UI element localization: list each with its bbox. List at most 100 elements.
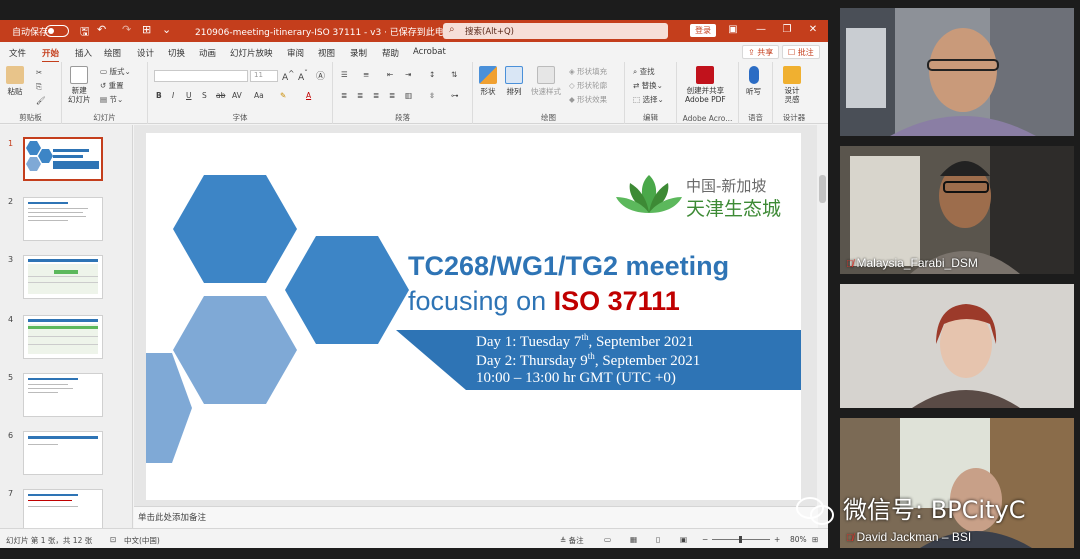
font-size-box[interactable]: 11	[250, 70, 278, 82]
new-slide-button[interactable]: 新建 幻灯片	[68, 66, 91, 104]
tab-home[interactable]: 开始	[42, 47, 60, 63]
paste-button[interactable]: 粘贴	[6, 66, 24, 97]
slide-thumbnail[interactable]	[23, 431, 103, 475]
char-spacing-icon[interactable]: AV	[232, 91, 242, 100]
font-shrink-icon[interactable]: Aˇ	[298, 69, 308, 83]
save-icon[interactable]: 🖫	[80, 23, 89, 42]
video-tile[interactable]	[840, 284, 1074, 408]
shape-outline-button[interactable]: ◇ 形状轮廓	[569, 80, 607, 91]
tab-slideshow[interactable]: 幻灯片放映	[230, 47, 273, 59]
slide-thumbnail[interactable]	[23, 373, 103, 417]
strikethrough-icon[interactable]: ab	[216, 91, 225, 100]
tab-animations[interactable]: 动画	[199, 47, 216, 59]
document-title[interactable]: 210906-meeting-itinerary-ISO 37111 - v3 …	[195, 25, 453, 38]
shapes-button[interactable]: 形状	[479, 66, 497, 97]
search-box[interactable]: ⌕ 搜索(Alt+Q)	[443, 23, 668, 39]
tab-review[interactable]: 审阅	[287, 47, 304, 59]
line-spacing-icon[interactable]: ↕	[429, 70, 435, 79]
tab-help[interactable]: 帮助	[382, 47, 399, 59]
scroll-thumb[interactable]	[819, 175, 826, 203]
reading-view-icon[interactable]: ▯	[656, 535, 660, 544]
italic-icon[interactable]: I	[172, 91, 174, 100]
columns-icon[interactable]: ▥	[405, 91, 412, 100]
slide-thumbnail[interactable]	[23, 197, 103, 241]
increase-indent-icon[interactable]: ⇥	[405, 70, 411, 79]
accessibility-icon[interactable]: ⊡	[110, 535, 116, 544]
font-grow-icon[interactable]: A^	[282, 69, 294, 83]
font-name-box[interactable]	[154, 70, 248, 82]
align-left-icon[interactable]: ≣	[341, 91, 347, 100]
section-button[interactable]: ▤ 节⌄	[100, 94, 123, 105]
customize-icon[interactable]: ⌄	[162, 23, 171, 36]
smartart-icon[interactable]: ⊶	[451, 91, 459, 100]
slide-thumbnail[interactable]	[23, 255, 103, 299]
autosave-toggle[interactable]	[45, 25, 69, 37]
fit-slide-icon[interactable]: ⊞	[812, 535, 818, 544]
underline-icon[interactable]: U	[186, 91, 192, 100]
justify-icon[interactable]: ≣	[389, 91, 395, 100]
zoom-out-icon[interactable]: −	[702, 535, 708, 544]
video-tile[interactable]: 🎙̸ Malaysia_Farabi_DSM	[840, 146, 1074, 274]
find-button[interactable]: ⌕ 查找	[633, 66, 655, 77]
tab-file[interactable]: 文件	[9, 47, 26, 59]
undo-icon[interactable]: ↶	[97, 23, 106, 36]
numbering-icon[interactable]: ≡	[363, 70, 369, 79]
font-color-icon[interactable]: A	[306, 91, 311, 100]
decrease-indent-icon[interactable]: ⇤	[387, 70, 393, 79]
highlight-icon[interactable]: ✎	[280, 91, 286, 100]
minimize-button[interactable]: —	[752, 24, 770, 35]
language-status[interactable]: 中文(中国)	[124, 535, 160, 546]
layout-button[interactable]: ▭ 版式⌄	[100, 66, 131, 77]
align-text-icon[interactable]: ⇳	[429, 91, 435, 100]
shadow-icon[interactable]: S	[202, 91, 207, 100]
video-tile[interactable]: 🎙̸ David Jackman – BSI	[840, 418, 1074, 548]
zoom-slider-thumb[interactable]	[739, 536, 742, 543]
create-pdf-button[interactable]: 创建并共享 Adobe PDF	[685, 66, 726, 104]
video-tile[interactable]	[840, 8, 1074, 136]
slideshow-icon[interactable]: ▣	[680, 535, 687, 544]
bullets-icon[interactable]: ☰	[341, 70, 348, 79]
shape-fill-button[interactable]: ◈ 形状填充	[569, 66, 607, 77]
vertical-scrollbar[interactable]	[817, 125, 828, 528]
quick-styles-button[interactable]: 快速样式	[531, 66, 561, 97]
sign-in-button[interactable]: 登录	[690, 24, 716, 37]
align-right-icon[interactable]: ≣	[373, 91, 379, 100]
design-ideas-button[interactable]: 设计 灵感	[783, 66, 801, 104]
zoom-in-icon[interactable]: +	[774, 535, 780, 544]
arrange-button[interactable]: 排列	[505, 66, 523, 97]
notes-pane[interactable]: 单击此处添加备注	[134, 506, 818, 528]
change-case-icon[interactable]: Aa	[254, 91, 264, 100]
restore-button[interactable]: ❐	[778, 24, 796, 35]
zoom-level[interactable]: 80%	[790, 535, 807, 544]
slide-sorter-icon[interactable]: ▦	[630, 535, 637, 544]
close-button[interactable]: ✕	[804, 24, 822, 35]
slide-thumbnail[interactable]	[23, 489, 103, 533]
tab-acrobat[interactable]: Acrobat	[413, 47, 446, 57]
present-icon[interactable]: ⊞	[142, 23, 151, 36]
tab-record[interactable]: 录制	[350, 47, 367, 59]
slide-thumbnail[interactable]	[23, 315, 103, 359]
normal-view-icon[interactable]: ▭	[604, 535, 611, 544]
tab-draw[interactable]: 绘图	[104, 47, 121, 59]
text-direction-icon[interactable]: ⇅	[451, 70, 457, 79]
shape-effects-button[interactable]: ◆ 形状效果	[569, 94, 607, 105]
share-button[interactable]: ⇪ 共享	[742, 45, 780, 59]
tab-transitions[interactable]: 切换	[168, 47, 185, 59]
zoom-slider[interactable]	[712, 536, 770, 543]
cut-icon[interactable]: ✂	[36, 68, 42, 77]
slide[interactable]: 中国-新加坡 天津生态城 TC268/WG1/TG2 meeting focus…	[146, 133, 801, 500]
slide-thumbnail[interactable]	[23, 137, 103, 181]
select-button[interactable]: ⬚ 选择⌄	[633, 94, 664, 105]
align-center-icon[interactable]: ≣	[357, 91, 363, 100]
replace-button[interactable]: ⇄ 替换⌄	[633, 80, 663, 91]
format-painter-icon[interactable]: 🖌	[36, 96, 46, 105]
reset-button[interactable]: ↺ 重置	[100, 80, 124, 91]
dictate-button[interactable]: 听写	[746, 66, 761, 97]
tab-insert[interactable]: 插入	[75, 47, 92, 59]
notes-toggle[interactable]: ≜ 备注	[560, 535, 584, 546]
clear-format-icon[interactable]: Ⓐ	[316, 69, 325, 82]
comments-button[interactable]: ☐ 批注	[782, 45, 820, 59]
tab-view[interactable]: 视图	[318, 47, 335, 59]
redo-icon[interactable]: ↷	[122, 23, 131, 36]
ribbon-display-icon[interactable]: ▣	[724, 24, 742, 35]
